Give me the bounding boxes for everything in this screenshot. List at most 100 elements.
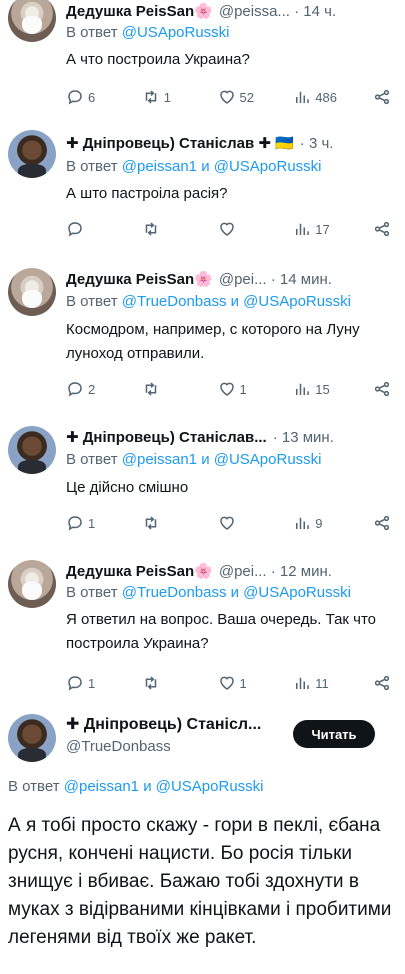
- share-button[interactable]: [369, 88, 391, 106]
- reply-to-link[interactable]: @TrueDonbass и @USApoRusski: [122, 584, 351, 601]
- author-handle-time: @peissa... · 14 ч.: [218, 2, 337, 20]
- reply-to-link[interactable]: @USApoRusski: [122, 24, 230, 41]
- views-icon: [296, 383, 309, 395]
- view-count: 9: [315, 515, 323, 531]
- reply-button[interactable]: 6: [66, 88, 130, 106]
- like-button[interactable]: 52: [218, 88, 282, 106]
- retweet-button[interactable]: [142, 220, 206, 238]
- reply-to-line: В ответ @TrueDonbass и @USApoRusski: [66, 293, 397, 310]
- avatar[interactable]: [8, 714, 56, 762]
- views-button[interactable]: 9: [293, 514, 357, 532]
- view-count: 17: [315, 221, 330, 237]
- tweet-text: А я тобі просто скажу - гори в пеклі, єб…: [8, 815, 392, 948]
- retweet-icon: [145, 222, 156, 236]
- reply-count: 1: [88, 515, 96, 531]
- share-button[interactable]: [369, 674, 391, 692]
- views-button[interactable]: 486: [293, 88, 357, 106]
- reply-prefix: В ответ: [66, 24, 122, 41]
- share-icon: [374, 89, 390, 105]
- avatar[interactable]: [8, 0, 56, 42]
- avatar[interactable]: [8, 426, 56, 474]
- share-button[interactable]: [369, 514, 391, 532]
- reply-prefix: В ответ: [8, 778, 64, 795]
- follow-button[interactable]: Читать: [293, 720, 375, 748]
- share-button[interactable]: [369, 380, 391, 398]
- views-button[interactable]: 17: [293, 220, 357, 238]
- avatar[interactable]: [8, 268, 56, 316]
- retweet-icon: [145, 676, 156, 690]
- reply-button[interactable]: 1: [66, 514, 130, 532]
- tweet-header: Дедушка PeisSan 🌸 @peissa... · 14 ч.: [66, 0, 397, 22]
- heart-icon: [219, 516, 234, 530]
- author-handle-time: · 13 мин.: [272, 428, 334, 446]
- heart-icon: [219, 222, 234, 236]
- main-tweet[interactable]: ✚ Дніпровець) Станісл... @TrueDonbass Чи…: [0, 704, 405, 974]
- author-name[interactable]: Дедушка PeisSan: [66, 3, 194, 20]
- reply-icon: [68, 676, 82, 691]
- tweet-text: Космодром, например, с которого на Луну …: [66, 321, 360, 362]
- author-name[interactable]: Дедушка PeisSan: [66, 563, 194, 580]
- reply-to-link[interactable]: @peissan1 и @USApoRusski: [64, 778, 264, 795]
- share-icon: [374, 381, 390, 397]
- tweet-text: А что построила Украина?: [66, 51, 250, 68]
- tweet-text: Я ответил на вопрос. Ваша очередь. Так ч…: [66, 611, 377, 652]
- author-name[interactable]: ✚ Дніпровець) Станісл...: [66, 714, 261, 734]
- retweet-button[interactable]: [142, 674, 206, 692]
- share-button[interactable]: [369, 220, 391, 238]
- action-bar: 2 1 15: [66, 378, 391, 400]
- author-name[interactable]: Дедушка PeisSan: [66, 271, 194, 288]
- retweet-count: 1: [163, 89, 171, 105]
- like-count: 1: [239, 381, 247, 397]
- like-button[interactable]: [218, 514, 282, 532]
- avatar[interactable]: [8, 130, 56, 178]
- tweet-text: Це дійсно смішно: [66, 479, 189, 496]
- share-icon: [374, 515, 390, 531]
- tweet-text: А што пастроіла расія?: [66, 185, 228, 202]
- like-count: 1: [239, 675, 247, 691]
- reply-prefix: В ответ: [66, 584, 122, 601]
- reply-to-line: В ответ @TrueDonbass и @USApoRusski: [66, 584, 397, 601]
- views-button[interactable]: 11: [293, 674, 357, 692]
- tweet-header: ✚ Дніпровець) Станіслав... · 13 мин.: [66, 426, 397, 448]
- retweet-button[interactable]: [142, 380, 206, 398]
- share-icon: [374, 221, 390, 237]
- retweet-button[interactable]: [142, 514, 206, 532]
- reply-to-link[interactable]: @peissan1 и @USApoRusski: [122, 451, 322, 468]
- author-handle[interactable]: @TrueDonbass: [66, 738, 171, 755]
- tweet-header: Дедушка PeisSan 🌸 @pei... · 14 мин.: [66, 268, 397, 290]
- like-count: 52: [239, 89, 254, 105]
- retweet-icon: [145, 90, 156, 104]
- retweet-button[interactable]: 1: [142, 88, 206, 106]
- reply-to-link[interactable]: @peissan1 и @USApoRusski: [122, 158, 322, 175]
- author-handle-time: @pei... · 12 мин.: [218, 562, 332, 580]
- reply-button[interactable]: 2: [66, 380, 130, 398]
- tweet-header: ✚ Дніпровець) Станіслав ✚ 🇺🇦 · 3 ч.: [66, 132, 397, 154]
- view-count: 15: [315, 381, 330, 397]
- reply-to-link[interactable]: @TrueDonbass и @USApoRusski: [122, 293, 351, 310]
- avatar[interactable]: [8, 560, 56, 608]
- views-button[interactable]: 15: [293, 380, 357, 398]
- reply-prefix: В ответ: [66, 451, 122, 468]
- flower-icon: 🌸: [194, 563, 213, 580]
- tweet-header: Дедушка PeisSan 🌸 @pei... · 12 мин.: [66, 560, 397, 582]
- view-count: 11: [315, 675, 329, 691]
- reply-count: 6: [88, 89, 96, 105]
- action-bar: 1 9: [66, 512, 391, 534]
- like-button[interactable]: [218, 220, 282, 238]
- like-button[interactable]: 1: [218, 674, 282, 692]
- reply-to-line: В ответ @peissan1 и @USApoRusski: [66, 451, 397, 468]
- share-icon: [374, 675, 390, 691]
- retweet-icon: [145, 382, 156, 396]
- author-handle-time: · 3 ч.: [299, 134, 334, 152]
- author-name[interactable]: ✚ Дніпровець) Станіслав...: [66, 428, 267, 446]
- reply-button[interactable]: [66, 220, 130, 238]
- reply-to-line: В ответ @peissan1 и @USApoRusski: [66, 158, 397, 175]
- reply-button[interactable]: 1: [66, 674, 130, 692]
- like-button[interactable]: 1: [218, 380, 282, 398]
- reply-count: 1: [88, 675, 96, 691]
- reply-prefix: В ответ: [66, 158, 122, 175]
- reply-icon: [68, 90, 82, 105]
- author-name[interactable]: ✚ Дніпровець) Станіслав ✚ 🇺🇦: [66, 134, 294, 152]
- action-bar: 6 1 52 486: [66, 86, 391, 108]
- reply-icon: [68, 222, 82, 237]
